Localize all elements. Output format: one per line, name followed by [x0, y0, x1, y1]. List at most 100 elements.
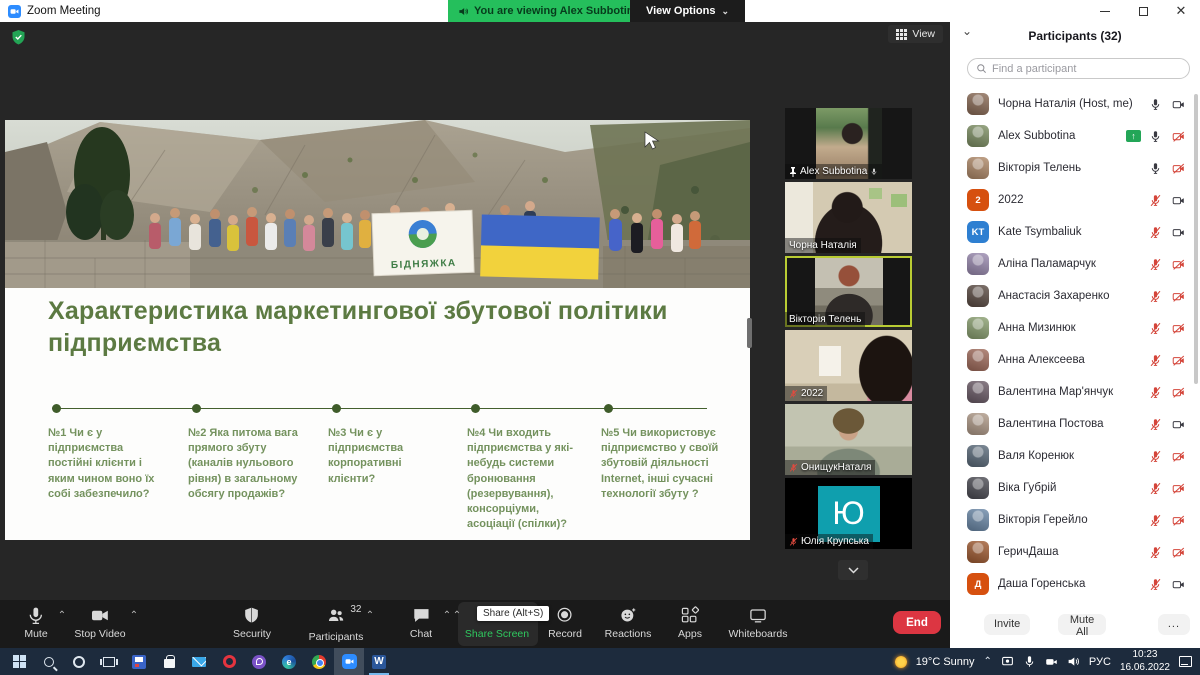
participant-row[interactable]: Д Даша Горенська ↑ — [950, 568, 1200, 600]
record-button[interactable]: Record — [548, 606, 582, 640]
reactions-icon — [618, 606, 637, 625]
camera-status-icon — [1171, 546, 1186, 559]
mic-muted-icon — [789, 389, 798, 399]
content-scrollbar[interactable] — [747, 318, 752, 348]
avatar — [967, 125, 989, 147]
presentation-slide: Характеристика маркетингової збутової по… — [5, 288, 750, 540]
security-shield-icon — [12, 30, 25, 50]
mic-status-icon — [1148, 418, 1163, 431]
tray-speaker-icon[interactable] — [1067, 655, 1080, 668]
mute-options-caret[interactable]: ⌃ — [58, 610, 66, 621]
participant-row[interactable]: Анастасія Захаренко ↑ — [950, 280, 1200, 312]
mic-status-icon — [1148, 450, 1163, 463]
speaker-icon — [458, 6, 469, 17]
video-options-caret[interactable]: ⌃ — [130, 610, 138, 621]
taskbar-app-zoom[interactable] — [334, 648, 364, 675]
participant-row[interactable]: ГеричДаша ↑ — [950, 536, 1200, 568]
participant-row[interactable]: Alex Subbotina ↑ — [950, 120, 1200, 152]
taskbar-app-word[interactable]: W — [364, 648, 394, 675]
chat-button[interactable]: Chat — [410, 606, 432, 640]
collapse-panel-icon[interactable]: ⌄ — [962, 24, 972, 38]
taskbar-app-store[interactable] — [154, 648, 184, 675]
taskbar-search-button[interactable] — [34, 648, 64, 675]
camera-icon — [91, 606, 110, 625]
weather-text[interactable]: 19°C Sunny — [916, 656, 975, 668]
end-meeting-button[interactable]: End — [893, 611, 941, 634]
chat-options-caret[interactable]: ⌃ — [443, 610, 451, 621]
participants-button[interactable]: 32 Participants — [309, 606, 364, 643]
mute-button[interactable]: Mute — [24, 606, 47, 640]
mic-status-icon — [1148, 386, 1163, 399]
taskbar-app-opera[interactable] — [214, 648, 244, 675]
video-thumbnail[interactable]: 2022 — [785, 330, 912, 401]
tray-mic-icon[interactable] — [1023, 655, 1036, 668]
clock[interactable]: 10:23 16.06.2022 — [1120, 649, 1170, 674]
video-thumbnail[interactable]: Alex Subbotina — [785, 108, 912, 179]
participants-scrollbar[interactable] — [1194, 94, 1198, 384]
participants-options-caret[interactable]: ⌃ — [366, 610, 374, 621]
participant-row[interactable]: Анна Мизинюк ↑ — [950, 312, 1200, 344]
participant-row[interactable]: 2 2022 ↑ — [950, 184, 1200, 216]
participant-row[interactable]: Чорна Наталія (Host, me) ↑ — [950, 88, 1200, 120]
view-layout-button[interactable]: View — [888, 25, 943, 43]
stop-video-button[interactable]: Stop Video — [74, 606, 125, 640]
timeline-dot — [192, 404, 201, 413]
task-view-icon — [103, 657, 115, 667]
taskbar-app-photos[interactable] — [124, 648, 154, 675]
cortana-button[interactable] — [64, 648, 94, 675]
action-center-icon[interactable] — [1179, 656, 1192, 667]
participant-row[interactable]: Анна Алексеева ↑ — [950, 344, 1200, 376]
video-thumbnail[interactable]: Ю Юлія Крупська — [785, 478, 912, 549]
participant-name: Анна Алексеева — [998, 354, 1148, 366]
language-indicator[interactable]: РУС — [1089, 656, 1111, 668]
invite-button[interactable]: Invite — [984, 614, 1030, 635]
apps-icon — [681, 606, 700, 625]
taskbar-app-edge[interactable]: e — [274, 648, 304, 675]
participant-row[interactable]: KT Kate Tsymbaliuk ↑ — [950, 216, 1200, 248]
share-options-caret[interactable]: ⌃ — [453, 610, 461, 621]
video-thumbnail[interactable]: Вікторія Телень — [785, 256, 912, 327]
whiteboards-button[interactable]: Whiteboards — [729, 606, 788, 640]
taskbar-app-viber[interactable] — [244, 648, 274, 675]
apps-button[interactable]: Apps — [678, 606, 702, 640]
video-thumbnail[interactable]: ОнищукНаталя — [785, 404, 912, 475]
participant-row[interactable]: Валя Коренюк ↑ — [950, 440, 1200, 472]
task-view-button[interactable] — [94, 648, 124, 675]
participant-row[interactable]: Аліна Паламарчук ↑ — [950, 248, 1200, 280]
chevron-down-icon: ⌄ — [721, 6, 729, 17]
participant-name: 2022 — [801, 388, 823, 399]
start-button[interactable] — [4, 648, 34, 675]
participant-row[interactable]: Вікторія Телень ↑ — [950, 152, 1200, 184]
more-options-button[interactable]: ... — [1158, 614, 1190, 635]
taskbar-app-mail[interactable] — [184, 648, 214, 675]
tray-expand-chevron[interactable]: ⌃ — [984, 656, 992, 667]
camera-status-icon — [1171, 578, 1186, 591]
collapse-thumbnails-button[interactable] — [838, 560, 868, 580]
search-participant-input[interactable] — [992, 63, 1181, 75]
taskbar-app-chrome[interactable] — [304, 648, 334, 675]
video-thumbnail[interactable]: Чорна Наталія — [785, 182, 912, 253]
participant-row[interactable]: Вікторія Герейло ↑ — [950, 504, 1200, 536]
close-button[interactable]: ✕ — [1162, 0, 1200, 22]
meeting-toolbar: Mute ⌃ Stop Video ⌃ Security 32 — [0, 600, 950, 648]
date: 16.06.2022 — [1120, 662, 1170, 673]
reactions-button[interactable]: Reactions — [605, 606, 652, 640]
participant-row[interactable]: Віка Губрій ↑ — [950, 472, 1200, 504]
mute-all-button[interactable]: Mute All — [1058, 614, 1106, 635]
participant-name: Alex Subbotina — [800, 166, 867, 177]
avatar — [967, 445, 989, 467]
minimize-button[interactable] — [1086, 0, 1124, 22]
maximize-button[interactable] — [1124, 0, 1162, 22]
thumbnail-name-label: Alex Subbotina — [785, 164, 882, 179]
search-participant-box[interactable] — [967, 58, 1190, 79]
participant-row[interactable]: Валентина Мар'янчук ↑ — [950, 376, 1200, 408]
tray-camera-icon[interactable] — [1045, 655, 1058, 668]
security-button[interactable]: Security — [233, 606, 271, 640]
camera-status-icon — [1171, 354, 1186, 367]
view-options-button[interactable]: View Options⌄ — [630, 0, 745, 22]
opera-icon — [223, 655, 236, 668]
tray-screen-icon[interactable] — [1001, 655, 1014, 668]
participants-list: Чорна Наталія (Host, me) ↑ Alex Subbotin… — [950, 88, 1200, 600]
participant-row[interactable]: Валентина Постова ↑ — [950, 408, 1200, 440]
chevron-down-icon — [848, 567, 859, 574]
